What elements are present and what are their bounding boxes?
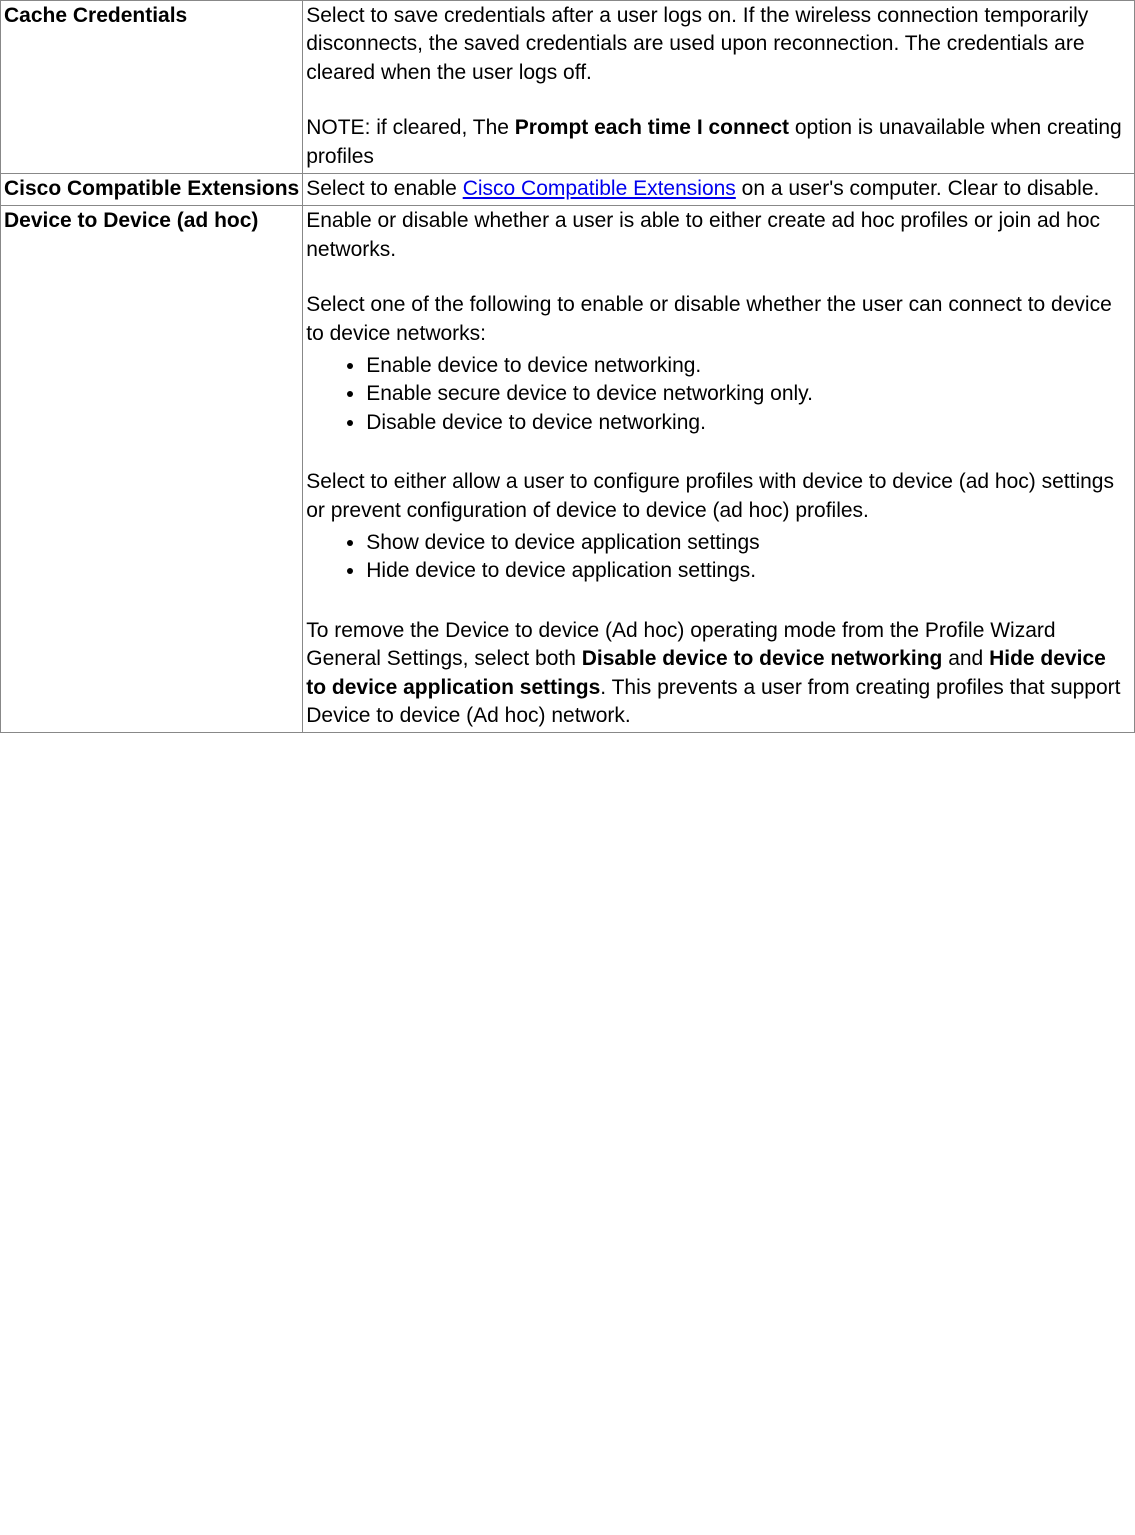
bullet-list: Show device to device application settin… xyxy=(306,529,1131,586)
settings-table: Cache Credentials Select to save credent… xyxy=(0,0,1135,733)
list-item: Enable secure device to device networkin… xyxy=(366,380,1131,408)
paragraph: To remove the Device to device (Ad hoc) … xyxy=(306,617,1131,730)
row-desc-device-to-device: Enable or disable whether a user is able… xyxy=(303,206,1135,733)
paragraph-note: NOTE: if cleared, The Prompt each time I… xyxy=(306,114,1131,171)
cisco-compatible-extensions-link[interactable]: Cisco Compatible Extensions xyxy=(463,177,736,200)
list-item: Show device to device application settin… xyxy=(366,529,1131,557)
text: and xyxy=(942,647,989,670)
text: Select to enable xyxy=(306,177,462,200)
paragraph: Select to save credentials after a user … xyxy=(306,2,1131,87)
text: on a user's computer. Clear to disable. xyxy=(736,177,1100,200)
table-row: Cache Credentials Select to save credent… xyxy=(1,1,1135,174)
row-desc-cisco-extensions: Select to enable Cisco Compatible Extens… xyxy=(303,174,1135,206)
bold-text: Prompt each time I connect xyxy=(515,116,789,139)
row-label-cache-credentials: Cache Credentials xyxy=(1,1,303,174)
list-item: Hide device to device application settin… xyxy=(366,557,1131,585)
list-item: Enable device to device networking. xyxy=(366,352,1131,380)
table-row: Device to Device (ad hoc) Enable or disa… xyxy=(1,206,1135,733)
paragraph: Enable or disable whether a user is able… xyxy=(306,207,1131,264)
bold-text: Disable device to device networking xyxy=(582,647,943,670)
table-row: Cisco Compatible Extensions Select to en… xyxy=(1,174,1135,206)
paragraph: Select one of the following to enable or… xyxy=(306,291,1131,348)
row-label-device-to-device: Device to Device (ad hoc) xyxy=(1,206,303,733)
list-item: Disable device to device networking. xyxy=(366,409,1131,437)
row-label-cisco-extensions: Cisco Compatible Extensions xyxy=(1,174,303,206)
paragraph: Select to enable Cisco Compatible Extens… xyxy=(306,175,1131,203)
text: NOTE: if cleared, The xyxy=(306,116,515,139)
row-desc-cache-credentials: Select to save credentials after a user … xyxy=(303,1,1135,174)
paragraph: Select to either allow a user to configu… xyxy=(306,468,1131,525)
bullet-list: Enable device to device networking. Enab… xyxy=(306,352,1131,437)
